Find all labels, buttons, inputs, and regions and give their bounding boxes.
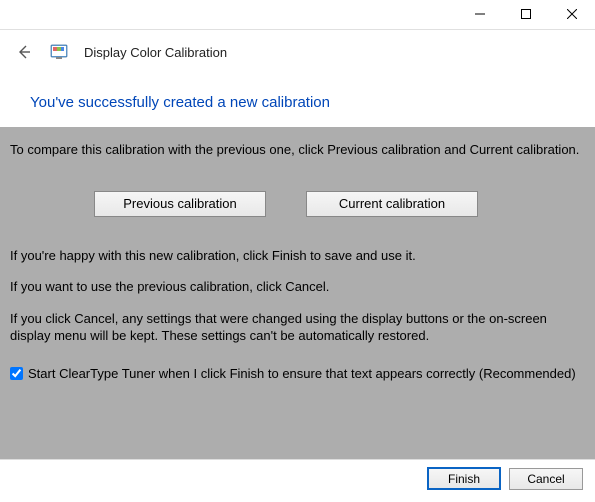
cleartype-label: Start ClearType Tuner when I click Finis… (28, 365, 576, 383)
use-previous-text: If you want to use the previous calibrat… (8, 278, 587, 296)
maximize-button[interactable] (503, 0, 549, 28)
happy-text: If you're happy with this new calibratio… (8, 247, 587, 265)
previous-calibration-button[interactable]: Previous calibration (94, 191, 266, 217)
minimize-button[interactable] (457, 0, 503, 28)
app-icon (50, 43, 68, 61)
cancel-note-text: If you click Cancel, any settings that w… (8, 310, 587, 345)
cleartype-checkbox[interactable] (10, 367, 23, 380)
cleartype-row: Start ClearType Tuner when I click Finis… (8, 359, 587, 383)
finish-button[interactable]: Finish (427, 467, 501, 490)
footer: Finish Cancel (0, 459, 595, 497)
calibration-button-row: Previous calibration Current calibration (8, 173, 587, 247)
page-heading: You've successfully created a new calibr… (30, 94, 565, 111)
nav-row: Display Color Calibration (0, 30, 595, 74)
compare-text: To compare this calibration with the pre… (8, 141, 587, 159)
close-button[interactable] (549, 0, 595, 28)
titlebar (0, 0, 595, 30)
heading-row: You've successfully created a new calibr… (0, 74, 595, 127)
content-area: To compare this calibration with the pre… (0, 127, 595, 459)
app-title: Display Color Calibration (84, 45, 227, 60)
back-button[interactable] (14, 42, 34, 62)
cancel-button[interactable]: Cancel (509, 468, 583, 490)
current-calibration-button[interactable]: Current calibration (306, 191, 478, 217)
